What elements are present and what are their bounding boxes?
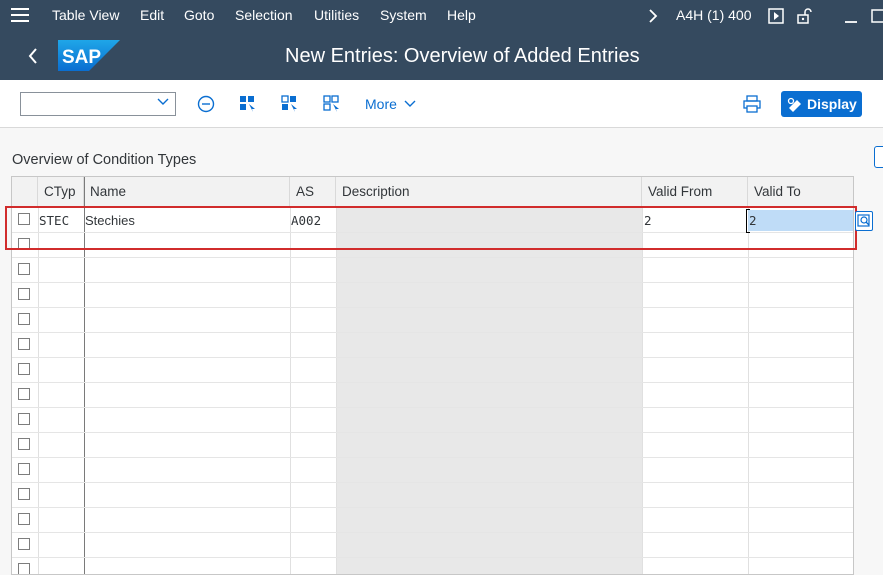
display-label: Display (807, 96, 857, 112)
select-block-icon[interactable] (280, 94, 300, 114)
row-divider (12, 282, 853, 283)
select-column-header[interactable] (12, 177, 38, 207)
row-select-checkbox[interactable] (18, 438, 30, 450)
print-icon[interactable] (742, 94, 762, 114)
more-button[interactable]: More (365, 96, 416, 112)
unlock-icon[interactable] (796, 8, 812, 24)
row-divider (12, 557, 853, 558)
section-title: Overview of Condition Types (12, 152, 197, 168)
hamburger-menu-icon[interactable] (11, 8, 29, 24)
column-header-valid-from[interactable]: Valid From (642, 177, 748, 207)
row-select-checkbox[interactable] (18, 563, 30, 574)
maximize-icon[interactable] (870, 8, 883, 24)
back-icon[interactable] (24, 44, 44, 68)
row-divider (12, 382, 853, 383)
command-dropdown[interactable] (20, 92, 176, 116)
select-all-icon[interactable] (238, 94, 258, 114)
description-column-readonly (337, 207, 642, 574)
menu-selection[interactable]: Selection (235, 7, 293, 23)
minimize-icon[interactable] (843, 8, 859, 24)
column-header-as[interactable]: AS (290, 177, 336, 207)
chevron-down-icon (157, 98, 169, 105)
menu-edit[interactable]: Edit (140, 7, 164, 23)
system-id: A4H (1) 400 (676, 7, 752, 23)
deselect-all-icon[interactable] (322, 94, 342, 114)
row-select-checkbox[interactable] (18, 338, 30, 350)
row-select-checkbox[interactable] (18, 538, 30, 550)
row-select-checkbox[interactable] (18, 488, 30, 500)
column-header-ctyp[interactable]: CTyp (38, 177, 84, 207)
row-divider (12, 407, 853, 408)
row-select-checkbox[interactable] (18, 313, 30, 325)
row-select-checkbox[interactable] (18, 413, 30, 425)
menu-table-view[interactable]: Table View (52, 7, 119, 23)
play-icon[interactable] (768, 8, 784, 24)
row-select-checkbox[interactable] (18, 363, 30, 375)
row-select-checkbox[interactable] (18, 513, 30, 525)
row-divider (12, 457, 853, 458)
svg-text:SAP: SAP (62, 47, 101, 68)
glasses-icon (787, 97, 801, 112)
toolbar: More Display (0, 80, 883, 128)
row-select-checkbox[interactable] (18, 388, 30, 400)
delete-row-icon[interactable] (196, 94, 216, 114)
menu-system[interactable]: System (380, 7, 427, 23)
settings-button[interactable] (874, 146, 883, 168)
row-divider (12, 432, 853, 433)
row-divider (12, 507, 853, 508)
row-select-checkbox[interactable] (18, 263, 30, 275)
column-header-description[interactable]: Description (336, 177, 642, 207)
row-divider (12, 257, 853, 258)
menu-bar: Table View Edit Goto Selection Utilities… (0, 0, 883, 32)
value-help-button[interactable] (855, 211, 873, 231)
highlight-box (5, 206, 857, 250)
menu-help[interactable]: Help (447, 7, 476, 23)
column-header-name[interactable]: Name (84, 177, 290, 207)
column-header-valid-to[interactable]: Valid To (748, 177, 853, 207)
menu-goto[interactable]: Goto (184, 7, 214, 23)
chevron-right-icon[interactable] (645, 8, 661, 24)
value-help-icon (857, 214, 870, 227)
content-area: Overview of Condition Types CTyp Name AS… (0, 128, 883, 575)
page-title: New Entries: Overview of Added Entries (285, 45, 640, 67)
display-button[interactable]: Display (781, 91, 862, 117)
row-divider (12, 307, 853, 308)
row-divider (12, 332, 853, 333)
row-select-checkbox[interactable] (18, 288, 30, 300)
row-divider (12, 357, 853, 358)
title-bar: SAP New Entries: Overview of Added Entri… (0, 32, 883, 80)
row-select-checkbox[interactable] (18, 463, 30, 475)
more-label: More (365, 96, 397, 112)
row-divider (12, 482, 853, 483)
row-divider (12, 532, 853, 533)
chevron-down-icon (404, 100, 416, 107)
sap-logo: SAP (58, 40, 120, 71)
menu-utilities[interactable]: Utilities (314, 7, 359, 23)
